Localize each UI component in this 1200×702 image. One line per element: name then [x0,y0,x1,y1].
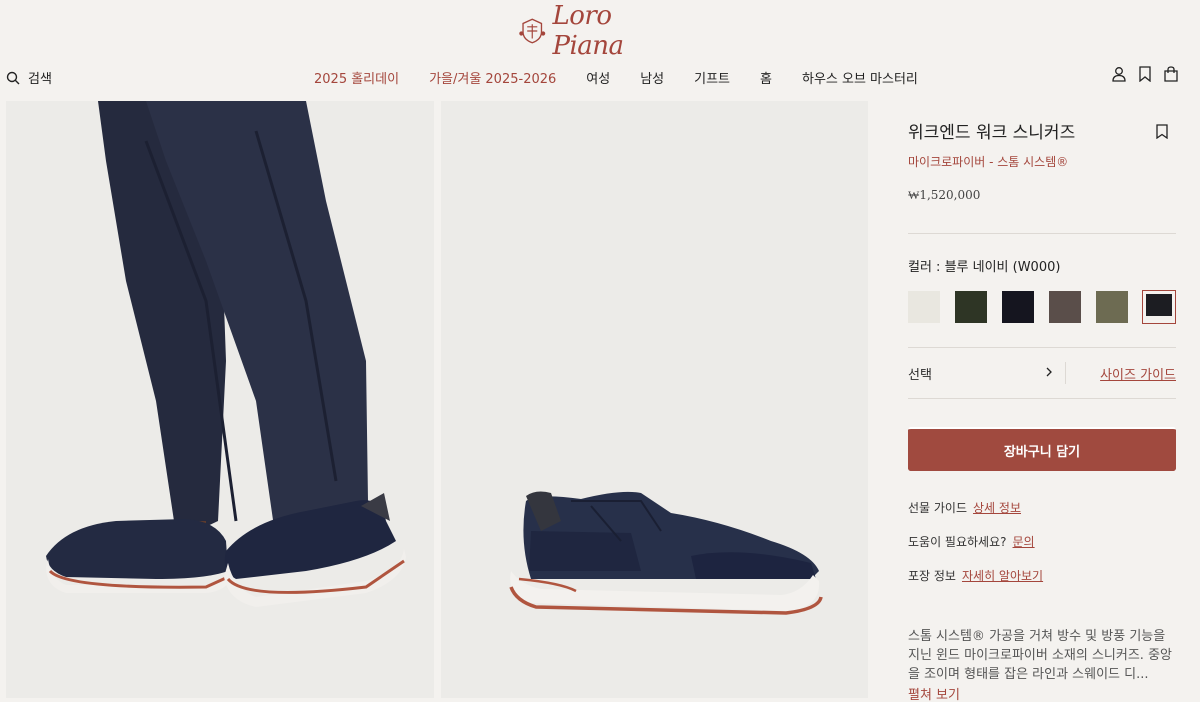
product-title: 위크엔드 워크 스니커즈 [908,123,1076,143]
main-nav: 2025 홀리데이 가을/겨울 2025-2026 여성 남성 기프트 홈 하우… [314,68,948,87]
divider [908,233,1176,234]
divider [908,398,1176,399]
help-label: 도움이 필요하세요? [908,535,1007,549]
nav-fall-winter[interactable]: 가을/겨울 2025-2026 [429,68,556,87]
chevron-right-icon [1045,366,1053,381]
swatch-cream[interactable] [908,291,940,323]
color-swatches [908,290,1176,324]
swatch-navy[interactable] [1142,290,1176,324]
account-icon[interactable] [1112,66,1126,82]
search-label: 검색 [28,72,52,87]
product-description: 스톰 시스템® 가공을 거쳐 방수 및 방풍 기능을 지닌 윈드 마이크로파이버… [908,629,1172,682]
header-actions [1112,66,1178,83]
shopping-bag-icon[interactable] [1164,66,1178,82]
gift-guide-link[interactable]: 상세 정보 [973,501,1021,515]
size-select-row: 선택 사이즈 가이드 [908,348,1176,398]
read-more-link[interactable]: 펼쳐 보기 [908,684,1176,702]
swatch-black[interactable] [1002,291,1034,323]
search-button[interactable]: 검색 [6,68,52,87]
nav-women[interactable]: 여성 [586,68,610,87]
separator [1065,362,1066,384]
help-row: 도움이 필요하세요? 문의 [908,533,1176,550]
brand-wordmark: Loro Piana [552,1,625,61]
packaging-row: 포장 정보 자세히 알아보기 [908,567,1176,584]
product-photo-side[interactable] [441,101,868,698]
search-icon [6,71,20,84]
size-select-label: 선택 [908,367,932,383]
product-panel: 위크엔드 워크 스니커즈 마이크로파이버 - 스톰 시스템® ₩1,520,00… [908,118,1176,702]
nav-house-of-mastery[interactable]: 하우스 오브 마스터리 [802,68,918,87]
crest-icon [519,18,546,44]
product-price: ₩1,520,000 [908,188,981,202]
add-to-cart-button[interactable]: 장바구니 담기 [908,427,1176,471]
color-label: 컬러 : 블루 네이비 (W000) [908,260,1061,275]
swatch-dark-green[interactable] [955,291,987,323]
packaging-label: 포장 정보 [908,569,956,583]
packaging-link[interactable]: 자세히 알아보기 [962,569,1043,583]
size-guide-link[interactable]: 사이즈 가이드 [1086,364,1176,383]
wishlist-icon[interactable] [1138,66,1152,83]
product-subtitle: 마이크로파이버 - 스톰 시스템® [908,155,1069,169]
nav-men[interactable]: 남성 [640,68,664,87]
gift-guide-label: 선물 가이드 [908,501,968,515]
nav-holiday-2025[interactable]: 2025 홀리데이 [314,68,399,87]
nav-home[interactable]: 홈 [760,68,772,87]
nav-gift[interactable]: 기프트 [694,68,730,87]
product-photo-worn[interactable] [6,101,434,698]
size-select[interactable]: 선택 [908,364,1065,383]
brand-logo[interactable]: Loro Piana [518,1,668,61]
info-section: 선물 가이드 상세 정보 도움이 필요하세요? 문의 포장 정보 자세히 알아보기 [908,499,1176,584]
contact-link[interactable]: 문의 [1013,535,1035,549]
swatch-olive[interactable] [1096,291,1128,323]
bookmark-icon[interactable] [1156,124,1168,139]
gift-guide-row: 선물 가이드 상세 정보 [908,499,1176,516]
swatch-brown[interactable] [1049,291,1081,323]
